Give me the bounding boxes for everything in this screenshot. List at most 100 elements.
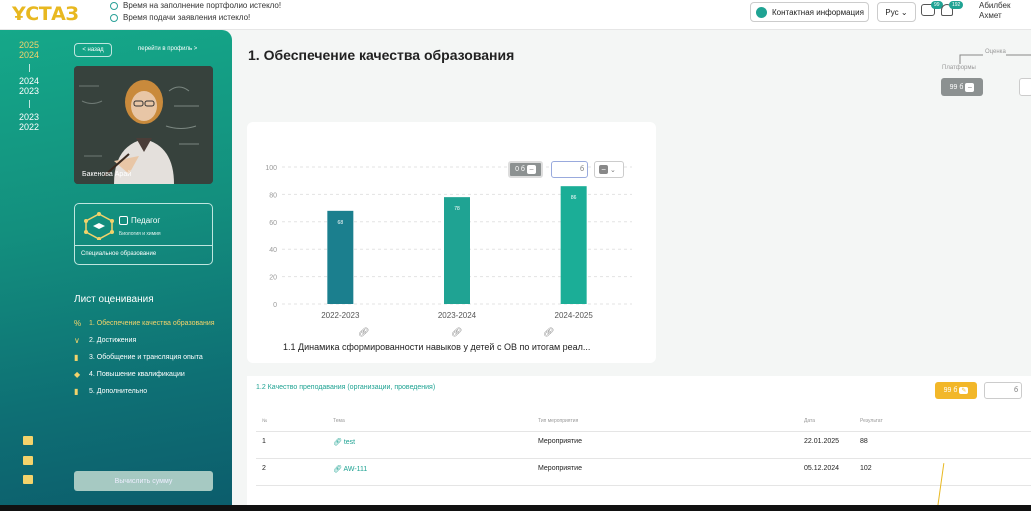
sidebar: 2025 2024 2024 2023 2023 2022 < назад перей…: [0, 30, 232, 505]
menu-item-qualification[interactable]: ◆ 4. Повышение квалификации: [74, 371, 219, 380]
profile-photo: Бакенова Арай: [74, 66, 213, 184]
link-icon[interactable]: 🔗︎: [358, 327, 369, 338]
platforms-label: Платформы: [942, 65, 976, 71]
chevron-down-icon: ⌄: [610, 166, 616, 174]
bar-value-label: 78: [454, 206, 460, 212]
col-date: Дата: [804, 418, 816, 424]
page-title: 1. Обеспечение качества образования: [248, 47, 515, 63]
y-tick-label: 60: [269, 220, 277, 227]
link-icon: 🔗︎: [333, 466, 342, 473]
section-score[interactable]: 99 б ✎: [935, 382, 977, 399]
platforms-score[interactable]: 99 б −: [941, 78, 983, 96]
back-button[interactable]: < назад: [74, 43, 112, 57]
cell-date: 22.01.2025: [804, 438, 840, 445]
award-icon[interactable]: [23, 475, 33, 484]
notice-application: Время подачи заявления истекло!: [110, 13, 250, 22]
chart-score-input[interactable]: б: [551, 161, 588, 178]
y-tick-label: 0: [273, 302, 277, 309]
bar: [444, 197, 470, 304]
col-number: №: [262, 418, 268, 424]
x-tick-label: 2024-2025: [555, 311, 594, 320]
edit-icon: ✎: [959, 387, 969, 394]
cell-topic-link[interactable]: 🔗︎ test: [333, 438, 355, 446]
chevron-down-icon: ⌄: [900, 7, 908, 17]
y-tick-label: 100: [265, 165, 277, 172]
profile-link[interactable]: перейти в профиль >: [138, 46, 197, 52]
notice-portfolio: Время на заполнение портфолио истекло!: [110, 1, 281, 10]
language-select[interactable]: Рус ⌄: [877, 2, 916, 22]
bar: [560, 186, 587, 304]
book-icon[interactable]: [23, 436, 33, 445]
col-topic: Тема: [333, 418, 345, 424]
year-2025-2024[interactable]: 2025 2024: [0, 40, 58, 60]
link-icon[interactable]: 🔗︎: [451, 327, 462, 338]
y-tick-label: 80: [269, 192, 277, 199]
minus-icon: −: [965, 82, 975, 92]
clock-icon: [110, 1, 118, 10]
cell-number: 1: [262, 438, 266, 445]
chart-score[interactable]: 0 б −: [508, 161, 543, 178]
cell-result: 102: [860, 465, 872, 472]
calculate-sum-button[interactable]: Вычислить сумму: [74, 471, 213, 491]
platforms-input[interactable]: [1019, 78, 1031, 96]
menu-item-experience[interactable]: ▮ 3. Обобщение и трансляция опыта: [74, 354, 219, 363]
year-2023-2022[interactable]: 2023 2022: [0, 112, 58, 132]
person-name: Бакенова Арай: [82, 171, 132, 178]
bell-badge: 192: [949, 1, 964, 9]
menu-item-quality[interactable]: % 1. Обеспечение качества образования: [74, 320, 219, 329]
clock-icon: [110, 13, 118, 22]
percent-icon: %: [74, 319, 82, 328]
card-title: Педагог: [119, 216, 160, 225]
bottom-bar: [0, 505, 1031, 511]
year-switcher: 2025 2024 2024 2023 2023 2022: [0, 40, 58, 136]
medal-icon: ∨: [74, 336, 80, 345]
assessment-sheet-title: Лист оценивания: [74, 294, 154, 305]
link-icon: 🔗︎: [333, 439, 342, 446]
x-tick-label: 2023-2024: [438, 311, 477, 320]
card-footer: Специальное образование: [81, 251, 157, 257]
row-divider: [256, 485, 1031, 486]
section-score-input[interactable]: б: [984, 382, 1022, 399]
row-divider: [256, 431, 1031, 432]
x-tick-label: 2022-2023: [321, 311, 360, 320]
contact-info-button[interactable]: Контактная информация: [750, 2, 869, 22]
graduation-cap-icon: ◆: [74, 370, 81, 379]
badge-icon: [84, 212, 114, 240]
row-divider: [256, 458, 1031, 459]
year-divider: [28, 100, 30, 108]
cell-event-type: Мероприятие: [538, 465, 582, 472]
menu-item-achievements[interactable]: ∨ 2. Достижения: [74, 337, 219, 346]
cell-number: 2: [262, 465, 266, 472]
year-divider: [28, 64, 30, 72]
document-icon[interactable]: [23, 456, 33, 465]
chart-caption[interactable]: 1.1 Динамика сформированности навыков у …: [283, 342, 590, 352]
col-event-type: Тип мероприятия: [538, 418, 579, 424]
teacher-category-card: Педагог Биология и химия Специальное обр…: [74, 203, 213, 265]
cell-topic-link[interactable]: 🔗︎ AW-111: [333, 465, 367, 473]
user-name[interactable]: Абилбек Ахмет: [979, 1, 1011, 21]
phone-icon: [756, 6, 767, 18]
book-icon: ▮: [74, 387, 79, 396]
bar-value-label: 68: [338, 220, 344, 226]
score-bracket: [959, 54, 1031, 64]
top-bar: ҰСТАЗ Время на заполнение портфолио исте…: [0, 0, 1031, 30]
col-result: Результат: [860, 418, 883, 424]
y-tick-label: 40: [269, 247, 277, 254]
chart-dropdown[interactable]: − ⌄: [594, 161, 624, 178]
cell-date: 05.12.2024: [804, 465, 840, 472]
minus-icon: −: [599, 165, 609, 174]
cell-result: 88: [860, 438, 868, 445]
link-icon[interactable]: 🔗︎: [543, 327, 554, 338]
category-icon: [119, 216, 128, 225]
cell-event-type: Мероприятие: [538, 438, 582, 445]
card-divider: [75, 245, 212, 246]
card-subject: Биология и химия: [119, 231, 161, 237]
menu-item-additional[interactable]: ▮ 5. Дополнительно: [74, 388, 219, 397]
logo[interactable]: ҰСТАЗ: [12, 3, 79, 25]
minus-icon: −: [526, 165, 536, 174]
assessment-menu: % 1. Обеспечение качества образования ∨ 2.…: [74, 320, 219, 405]
document-icon: ▮: [74, 353, 79, 362]
year-2024-2023[interactable]: 2024 2023: [0, 76, 58, 96]
section-title[interactable]: 1.2 Качество преподавания (организации, …: [256, 384, 435, 391]
y-tick-label: 20: [269, 275, 277, 282]
